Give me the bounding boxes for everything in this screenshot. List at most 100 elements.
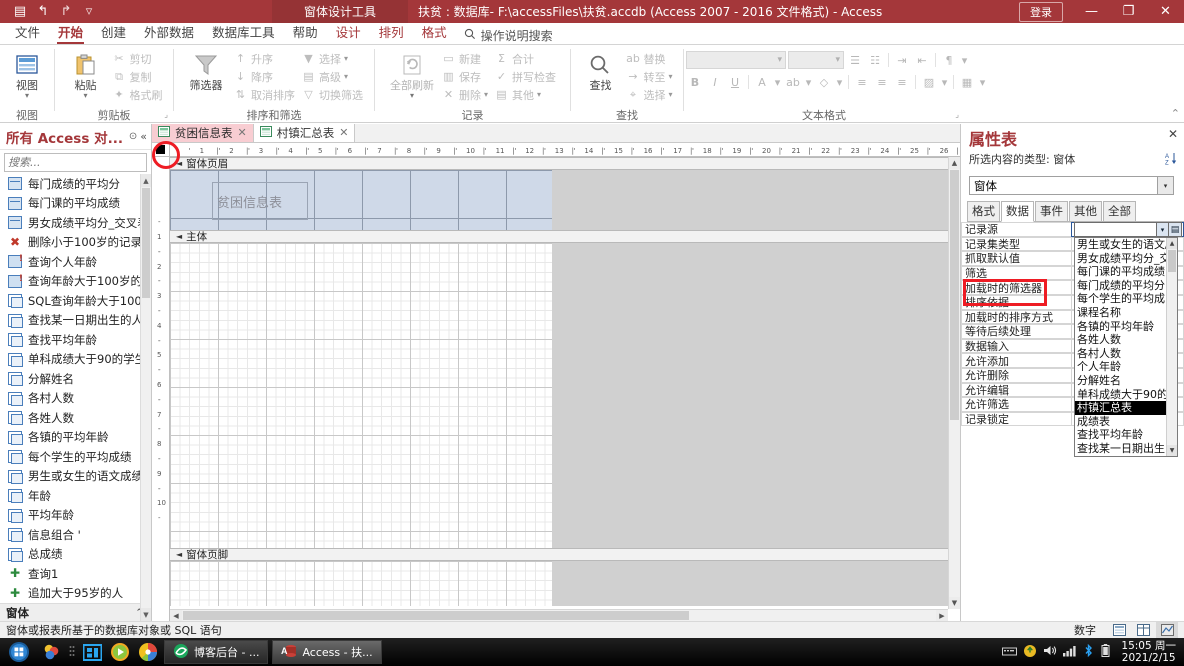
chevron-down-icon[interactable]: ▾ bbox=[1156, 222, 1169, 237]
ribbon-tab-design[interactable]: 设计 bbox=[327, 20, 370, 44]
nav-item[interactable]: SQL查询年龄大于100岁... bbox=[0, 291, 151, 311]
canvas-vertical-scrollbar[interactable]: ▲ ▼ bbox=[948, 157, 960, 609]
start-orb-icon[interactable] bbox=[0, 638, 38, 666]
ribbon-tab-arrange[interactable]: 排列 bbox=[370, 20, 413, 44]
font-size-combo[interactable]: ▾ bbox=[788, 51, 844, 69]
tell-me-search[interactable]: 操作说明搜索 bbox=[464, 27, 553, 44]
volume-icon[interactable] bbox=[1043, 644, 1057, 660]
bluetooth-icon[interactable] bbox=[1083, 643, 1094, 660]
chevron-down-icon[interactable]: ⊙ bbox=[129, 131, 137, 142]
paste-button[interactable]: 粘贴 ▾ bbox=[63, 48, 109, 100]
property-tab-0[interactable]: 格式 bbox=[967, 201, 1000, 221]
scroll-down-icon[interactable]: ▼ bbox=[949, 597, 960, 609]
background-color-icon[interactable]: ◇ bbox=[815, 73, 833, 91]
form-design-surface[interactable]: ◄ 窗体页眉 贫困信息表 ◄ 主体 ◄ 窗体页脚 ▲ ▼ ◀ ▶ bbox=[170, 157, 960, 621]
restore-button[interactable]: ❐ bbox=[1110, 0, 1147, 23]
save-record-button[interactable]: ▥ 保存 bbox=[438, 68, 491, 85]
canvas-hscroll-thumb[interactable] bbox=[183, 611, 689, 620]
nav-item[interactable]: 每个学生的平均成绩 bbox=[0, 447, 151, 467]
layout-view-icon[interactable] bbox=[1132, 622, 1154, 638]
close-icon[interactable]: ✕ bbox=[1168, 127, 1178, 141]
italic-button[interactable]: I bbox=[706, 73, 724, 91]
select-button[interactable]: ⌖ 选择 ▾ bbox=[622, 86, 675, 103]
keyboard-icon[interactable] bbox=[1002, 645, 1018, 660]
selection-button[interactable]: ▼ 选择 ▾ bbox=[298, 50, 366, 67]
update-icon[interactable] bbox=[1023, 644, 1037, 661]
form-footer-section[interactable] bbox=[170, 561, 960, 606]
media-center-icon[interactable] bbox=[38, 638, 66, 666]
nav-item[interactable]: 各姓人数 bbox=[0, 408, 151, 428]
nav-scroll-thumb[interactable] bbox=[142, 188, 150, 298]
nav-scroll-up-icon[interactable]: ▲ bbox=[141, 174, 151, 187]
nav-item[interactable]: 查找某一日期出生的人 bbox=[0, 311, 151, 331]
dropdown-option[interactable]: 男生或女生的语文/ bbox=[1075, 238, 1177, 252]
chevron-down-icon[interactable]: ▾ bbox=[344, 72, 348, 81]
nav-item[interactable]: 分解姓名 bbox=[0, 369, 151, 389]
dialog-launcher-icon[interactable]: ⌟ bbox=[955, 107, 959, 122]
increase-indent-icon[interactable]: ⇥ bbox=[893, 51, 911, 69]
search-box[interactable] bbox=[4, 153, 162, 172]
font-name-combo[interactable]: ▾ bbox=[686, 51, 786, 69]
font-color-icon[interactable]: A bbox=[753, 73, 771, 91]
ribbon-tab-external-data[interactable]: 外部数据 bbox=[135, 20, 203, 44]
sign-in-button[interactable]: 登录 bbox=[1019, 1, 1063, 22]
close-icon[interactable]: ✕ bbox=[339, 126, 348, 139]
search-input[interactable] bbox=[8, 156, 151, 169]
close-icon[interactable]: ✕ bbox=[238, 126, 247, 139]
dropdown-option[interactable]: 每个学生的平均成 bbox=[1075, 292, 1177, 306]
nav-item[interactable]: ✚ 追加大于95岁的人 bbox=[0, 584, 151, 604]
dropdown-option[interactable]: 单科成绩大于90的 bbox=[1075, 388, 1177, 402]
decrease-indent-icon[interactable]: ⇤ bbox=[913, 51, 931, 69]
save-icon[interactable]: ▤ bbox=[10, 2, 30, 21]
dropdown-option[interactable]: 村镇汇总表 bbox=[1075, 401, 1177, 415]
ribbon-tab-create[interactable]: 创建 bbox=[92, 20, 135, 44]
delete-record-button[interactable]: ✕ 删除 ▾ bbox=[438, 86, 491, 103]
gridlines-icon[interactable]: ▦ bbox=[958, 73, 976, 91]
toggle-filter-button[interactable]: ▽ 切换筛选 bbox=[298, 86, 366, 103]
chevron-down-icon[interactable]: ▾ bbox=[773, 73, 782, 91]
refresh-all-button[interactable]: 全部刷新 ▾ bbox=[386, 48, 438, 100]
filter-button[interactable]: 筛选器 bbox=[182, 48, 230, 92]
dropdown-option[interactable]: 各镇的平均年龄 bbox=[1075, 320, 1177, 334]
customize-qat-icon[interactable]: ▿ bbox=[79, 2, 99, 21]
property-tab-3[interactable]: 其他 bbox=[1069, 201, 1102, 221]
undo-icon[interactable]: ↰ bbox=[33, 2, 53, 21]
nav-item[interactable]: 单科成绩大于90的学生 bbox=[0, 350, 151, 370]
align-left-icon[interactable]: ≡ bbox=[853, 73, 871, 91]
chevron-down-icon[interactable]: ▾ bbox=[940, 73, 949, 91]
new-record-button[interactable]: ▭ 新建 bbox=[438, 50, 491, 67]
property-tab-2[interactable]: 事件 bbox=[1035, 201, 1068, 221]
chevron-down-icon[interactable]: ▾ bbox=[804, 73, 813, 91]
scroll-left-icon[interactable]: ◀ bbox=[170, 610, 182, 621]
sort-descending-button[interactable]: ↓ 降序 bbox=[230, 68, 298, 85]
advanced-button[interactable]: ▤ 高级 ▾ bbox=[298, 68, 366, 85]
battery-icon[interactable] bbox=[1100, 643, 1111, 661]
ribbon-tab-help[interactable]: 帮助 bbox=[284, 20, 327, 44]
browser-icon[interactable] bbox=[134, 638, 162, 666]
nav-item[interactable]: 查找平均年龄 bbox=[0, 330, 151, 350]
spelling-button[interactable]: ✓ 拼写检查 bbox=[491, 68, 559, 85]
windows-media-player-icon[interactable] bbox=[106, 638, 134, 666]
nav-item[interactable]: 每门课的平均成绩 bbox=[0, 194, 151, 214]
copy-button[interactable]: ⧉ 复制 bbox=[109, 68, 166, 85]
dropdown-scroll-up-icon[interactable]: ▲ bbox=[1167, 238, 1177, 249]
nav-item[interactable]: 总成绩 bbox=[0, 545, 151, 565]
chevron-down-icon[interactable]: ▾ bbox=[668, 72, 672, 81]
chevron-down-icon[interactable]: ▾ bbox=[484, 90, 488, 99]
align-right-icon[interactable]: ≡ bbox=[893, 73, 911, 91]
chevron-down-icon[interactable]: ▾ bbox=[960, 51, 969, 69]
chevron-down-icon[interactable]: ▾ bbox=[25, 92, 29, 100]
collapse-nav-icon[interactable]: « bbox=[140, 130, 147, 143]
dropdown-option[interactable]: 每门成绩的平均分 bbox=[1075, 279, 1177, 293]
dropdown-option[interactable]: 成绩表 bbox=[1075, 415, 1177, 429]
dropdown-scrollbar[interactable]: ▲ ▼ bbox=[1166, 238, 1177, 456]
nav-item[interactable]: 每门成绩的平均分 bbox=[0, 174, 151, 194]
sort-az-icon[interactable]: AZ bbox=[1165, 152, 1178, 168]
sort-ascending-button[interactable]: ↑ 升序 bbox=[230, 50, 298, 67]
bold-button[interactable]: B bbox=[686, 73, 704, 91]
record-source-input[interactable] bbox=[1074, 222, 1156, 237]
nav-item[interactable]: 平均年龄 bbox=[0, 506, 151, 526]
nav-item[interactable]: ✚ 查询1 bbox=[0, 564, 151, 584]
totals-button[interactable]: Σ 合计 bbox=[491, 50, 559, 67]
section-header-bar-form-header[interactable]: ◄ 窗体页眉 bbox=[170, 157, 960, 170]
